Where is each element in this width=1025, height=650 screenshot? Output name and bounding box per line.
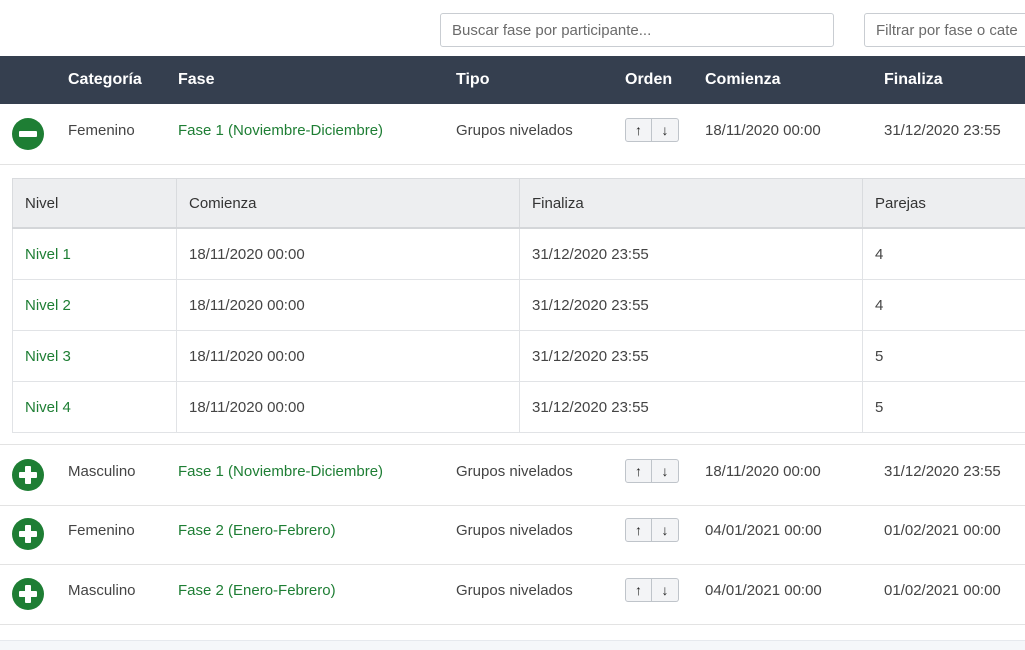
level-pairs: 4 (863, 280, 1025, 331)
subheader-pairs: Parejas (863, 179, 1025, 229)
header-category[interactable]: Categoría (68, 71, 142, 89)
level-start: 18/11/2020 00:00 (177, 331, 520, 382)
expand-icon[interactable] (12, 578, 44, 610)
row-type: Grupos nivelados (456, 522, 573, 539)
table-header: Categoría Fase Tipo Orden Comienza Final… (0, 56, 1025, 104)
row-end: 01/02/2021 00:00 (884, 522, 1001, 539)
subtable-row: Nivel 2 18/11/2020 00:00 31/12/2020 23:5… (13, 280, 1025, 331)
table-row: Femenino Fase 2 (Enero-Febrero) Grupos n… (0, 504, 1025, 565)
row-start: 18/11/2020 00:00 (705, 122, 821, 139)
row-category: Femenino (68, 522, 135, 539)
row-type: Grupos nivelados (456, 582, 573, 599)
collapse-icon[interactable] (12, 118, 44, 150)
level-link[interactable]: Nivel 4 (13, 382, 177, 433)
level-end: 31/12/2020 23:55 (520, 331, 863, 382)
level-end: 31/12/2020 23:55 (520, 280, 863, 331)
row-end: 01/02/2021 00:00 (884, 582, 1001, 599)
level-end: 31/12/2020 23:55 (520, 228, 863, 280)
level-start: 18/11/2020 00:00 (177, 228, 520, 280)
move-up-button[interactable]: ↑ (625, 118, 652, 142)
table-row: Masculino Fase 1 (Noviembre-Diciembre) G… (0, 444, 1025, 506)
level-link[interactable]: Nivel 1 (13, 228, 177, 280)
row-phase-link[interactable]: Fase 1 (Noviembre-Diciembre) (178, 122, 383, 139)
row-end: 31/12/2020 23:55 (884, 463, 1001, 480)
move-down-button[interactable]: ↓ (652, 118, 679, 142)
table-row: Masculino Fase 2 (Enero-Febrero) Grupos … (0, 564, 1025, 625)
level-pairs: 5 (863, 331, 1025, 382)
level-start: 18/11/2020 00:00 (177, 280, 520, 331)
header-start[interactable]: Comienza (705, 71, 781, 89)
row-phase-link[interactable]: Fase 1 (Noviembre-Diciembre) (178, 463, 383, 480)
header-end[interactable]: Finaliza (884, 71, 943, 89)
subtable-row: Nivel 4 18/11/2020 00:00 31/12/2020 23:5… (13, 382, 1025, 433)
level-pairs: 5 (863, 382, 1025, 433)
move-up-button[interactable]: ↑ (625, 578, 652, 602)
row-category: Masculino (68, 463, 136, 480)
order-controls: ↑ ↓ (625, 578, 679, 602)
row-phase-link[interactable]: Fase 2 (Enero-Febrero) (178, 582, 336, 599)
expand-icon[interactable] (12, 518, 44, 550)
header-order[interactable]: Orden (625, 71, 672, 89)
move-up-button[interactable]: ↑ (625, 459, 652, 483)
move-down-button[interactable]: ↓ (652, 459, 679, 483)
expand-icon[interactable] (12, 459, 44, 491)
subtable-row: Nivel 1 18/11/2020 00:00 31/12/2020 23:5… (13, 228, 1025, 280)
level-end: 31/12/2020 23:55 (520, 382, 863, 433)
move-up-button[interactable]: ↑ (625, 518, 652, 542)
subheader-level: Nivel (13, 179, 177, 229)
row-category: Femenino (68, 122, 135, 139)
level-subtable: Nivel Comienza Finaliza Parejas Nivel 1 … (12, 178, 1025, 433)
header-type[interactable]: Tipo (456, 71, 489, 89)
row-start: 04/01/2021 00:00 (705, 522, 822, 539)
level-pairs: 4 (863, 228, 1025, 280)
level-link[interactable]: Nivel 2 (13, 280, 177, 331)
header-phase[interactable]: Fase (178, 71, 214, 89)
order-controls: ↑ ↓ (625, 459, 679, 483)
level-link[interactable]: Nivel 3 (13, 331, 177, 382)
subtable-row: Nivel 3 18/11/2020 00:00 31/12/2020 23:5… (13, 331, 1025, 382)
subheader-start: Comienza (177, 179, 520, 229)
move-down-button[interactable]: ↓ (652, 518, 679, 542)
search-participant-input[interactable] (440, 13, 834, 47)
order-controls: ↑ ↓ (625, 118, 679, 142)
subheader-end: Finaliza (520, 179, 863, 229)
row-start: 18/11/2020 00:00 (705, 463, 821, 480)
filter-phase-input[interactable] (864, 13, 1025, 47)
row-phase-link[interactable]: Fase 2 (Enero-Febrero) (178, 522, 336, 539)
row-type: Grupos nivelados (456, 122, 573, 139)
table-row: Femenino Fase 1 (Noviembre-Diciembre) Gr… (0, 104, 1025, 165)
level-start: 18/11/2020 00:00 (177, 382, 520, 433)
row-category: Masculino (68, 582, 136, 599)
order-controls: ↑ ↓ (625, 518, 679, 542)
row-end: 31/12/2020 23:55 (884, 122, 1001, 139)
move-down-button[interactable]: ↓ (652, 578, 679, 602)
row-start: 04/01/2021 00:00 (705, 582, 822, 599)
row-type: Grupos nivelados (456, 463, 573, 480)
